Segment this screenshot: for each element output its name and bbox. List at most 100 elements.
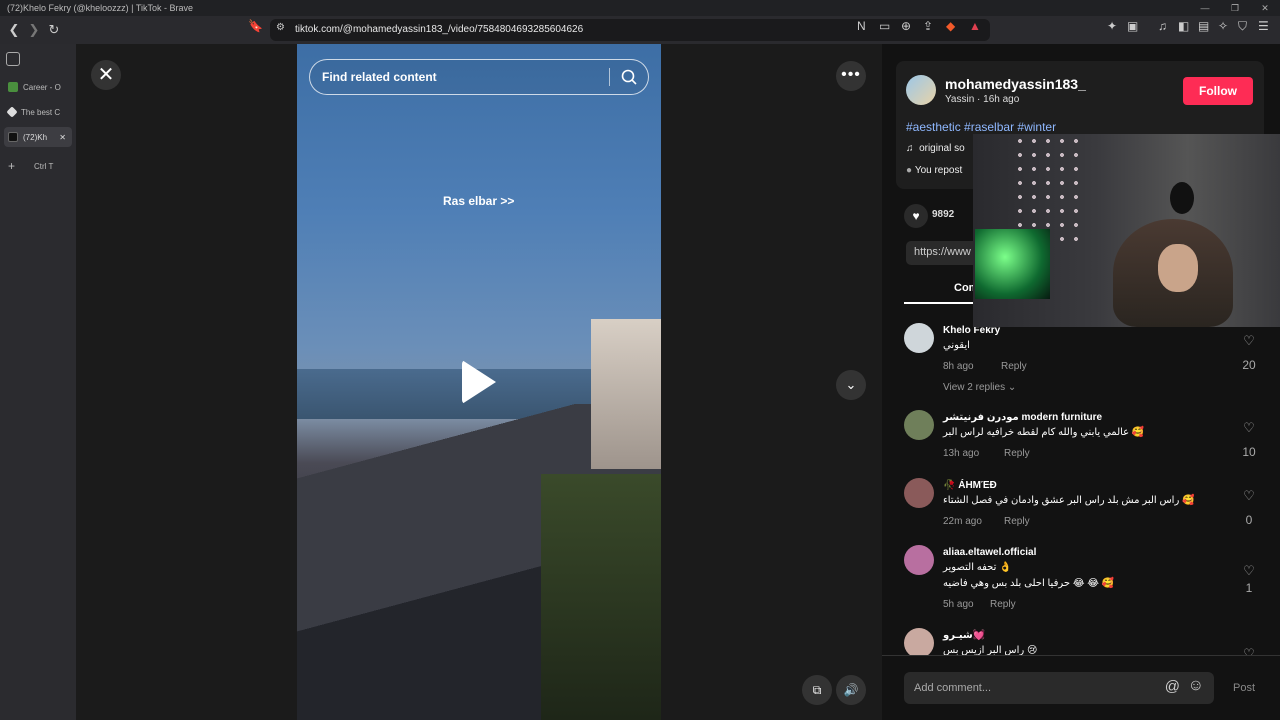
next-video-button[interactable]: ⌄ xyxy=(836,370,866,400)
sidebar-tab-tiktok[interactable]: (72)Kh ✕ xyxy=(4,127,72,147)
follow-button[interactable]: Follow xyxy=(1183,77,1253,105)
post-sound[interactable]: ♫ original so xyxy=(906,143,965,154)
restore-button[interactable]: ❐ xyxy=(1220,0,1250,16)
minimize-button[interactable]: — xyxy=(1190,0,1220,16)
comment-time: 13h ago xyxy=(943,448,980,459)
comment-placeholder: Add comment... xyxy=(914,682,992,694)
comment-like-count: 0 xyxy=(1245,513,1253,527)
comment-item: شيـرو💓 راس البر ازيس بس 😢 ♡ xyxy=(904,628,1264,655)
window-titlebar: (72)Khelo Fekry (@kheloozzz) | TikTok - … xyxy=(0,0,1280,16)
sidebar-panel-icon[interactable] xyxy=(6,52,20,66)
commenter-name[interactable]: aliaa.eltawel.official xyxy=(943,547,1036,558)
media-icon[interactable]: ♫ xyxy=(1158,19,1167,33)
share-icon[interactable]: ⇪ xyxy=(923,19,933,33)
flower-plant-image xyxy=(1013,134,1083,244)
leo-icon[interactable]: ✧ xyxy=(1218,19,1228,33)
repost-status: ● You repost xyxy=(906,165,962,176)
sidebar-tab-career[interactable]: Career - O xyxy=(4,77,72,97)
comment-heart-icon[interactable]: ♡ xyxy=(1234,420,1264,436)
reply-button[interactable]: Reply xyxy=(1004,516,1030,527)
view-replies-button[interactable]: View 2 replies ⌄ xyxy=(943,382,1016,393)
diamond-favicon-icon xyxy=(6,106,18,118)
like-count: 9892 xyxy=(932,209,955,220)
volume-button[interactable]: 🔊 xyxy=(836,675,866,705)
reply-button[interactable]: Reply xyxy=(990,599,1016,610)
commenter-name[interactable]: شيـرو💓 xyxy=(943,630,985,641)
webcam-overlay xyxy=(973,134,1280,327)
author-username[interactable]: mohamedyassin183_ xyxy=(945,76,1086,92)
close-window-button[interactable]: ✕ xyxy=(1250,0,1280,16)
video-player[interactable]: Find related content Ras elbar >> xyxy=(297,44,661,720)
wall-clock-image xyxy=(1170,182,1194,214)
comment-heart-icon[interactable]: ♡ xyxy=(1234,563,1264,579)
tab-search-icon[interactable]: ▣ xyxy=(1127,19,1138,33)
comment-input[interactable]: Add comment... @ ☺ xyxy=(904,672,1214,704)
post-comment-button[interactable]: Post xyxy=(1233,682,1255,694)
extensions-icon[interactable]: ✦ xyxy=(1107,19,1117,33)
close-video-button[interactable]: ✕ xyxy=(91,60,121,90)
sidebar-tab-label: Career - O xyxy=(23,82,61,92)
video-overlay-text: Ras elbar >> xyxy=(443,194,515,208)
vpn-icon[interactable]: ⛉ xyxy=(1238,19,1247,34)
cast-icon[interactable]: ▭ xyxy=(879,19,890,33)
reply-button[interactable]: Reply xyxy=(1001,361,1027,372)
brave-rewards-icon[interactable]: ▲ xyxy=(969,19,981,33)
vertical-tab-sidebar: Career - O The best C (72)Kh ✕ + Ctrl T xyxy=(0,44,76,720)
comment-text: راس البر ازيس بس 😢 xyxy=(943,645,1038,655)
window-title: (72)Khelo Fekry (@kheloozzz) | TikTok - … xyxy=(7,3,194,13)
commenter-name[interactable]: مودرن فرنيتشر modern furniture xyxy=(943,412,1102,423)
url-text[interactable]: tiktok.com/@mohamedyassin183_/video/7584… xyxy=(295,24,583,35)
commenter-avatar[interactable] xyxy=(904,410,934,440)
music-note-icon: ♫ xyxy=(906,143,920,154)
brave-shields-icon[interactable]: ◆ xyxy=(946,19,955,33)
forward-icon[interactable]: ❯ xyxy=(24,22,44,38)
reply-button[interactable]: Reply xyxy=(1004,448,1030,459)
sidebar-toggle-icon[interactable]: ◧ xyxy=(1178,19,1189,33)
window-controls: — ❐ ✕ xyxy=(1190,0,1280,16)
comment-heart-icon[interactable]: ♡ xyxy=(1234,488,1264,504)
comment-item: 🥀 ÁΗΜΈĐ راس البر مش بلد راس البر عشق واد… xyxy=(904,478,1264,538)
sidebar-tab-label: The best C xyxy=(21,107,61,117)
sidebar-tab-label: (72)Kh xyxy=(23,132,48,142)
commenter-avatar[interactable] xyxy=(904,478,934,508)
close-tab-icon[interactable]: ✕ xyxy=(59,133,66,142)
like-heart-icon[interactable]: ♥ xyxy=(904,204,928,228)
emoji-icon[interactable]: ☺ xyxy=(1188,677,1204,695)
author-avatar[interactable] xyxy=(906,75,936,105)
comment-item: مودرن فرنيتشر modern furniture عالمي ياب… xyxy=(904,410,1264,470)
back-icon[interactable]: ❮ xyxy=(4,22,24,38)
search-icon[interactable] xyxy=(620,68,638,86)
site-info-icon[interactable]: ⚙ xyxy=(276,22,285,33)
author-meta: Yassin · 16h ago xyxy=(945,94,1020,105)
post-hashtags[interactable]: #aesthetic #raselbar #winter xyxy=(906,120,1056,134)
commenter-avatar[interactable] xyxy=(904,545,934,575)
new-tab-button[interactable]: + Ctrl T xyxy=(4,156,72,176)
comment-text: عالمي يابني والله كام لقطه خرافيه لراس ا… xyxy=(943,427,1145,438)
comment-heart-icon[interactable]: ♡ xyxy=(1234,646,1264,655)
comment-text: راس البر مش بلد راس البر عشق وادمان في ف… xyxy=(943,495,1195,506)
more-options-button[interactable]: ••• xyxy=(836,61,866,91)
mention-icon[interactable]: @ xyxy=(1165,678,1180,695)
comment-time: 22m ago xyxy=(943,516,982,527)
comment-text: حرفيا احلى بلد بس وهي فاضيه 😂 😂 🥰 xyxy=(943,578,1115,589)
commenter-avatar[interactable] xyxy=(904,323,934,353)
commenter-name[interactable]: 🥀 ÁΗΜΈĐ xyxy=(943,480,997,491)
zoom-icon[interactable]: ⊕ xyxy=(901,19,911,33)
picture-in-picture-button[interactable]: ⧉ xyxy=(802,675,832,705)
menu-icon[interactable]: ☰ xyxy=(1258,19,1269,33)
rgb-pc-image xyxy=(975,229,1050,299)
sidebar-tab-best[interactable]: The best C xyxy=(4,102,72,122)
comment-text: تحفه التصوير 👌 xyxy=(943,562,1012,573)
commenter-avatar[interactable] xyxy=(904,628,934,655)
wallet-icon[interactable]: ▤ xyxy=(1198,19,1209,33)
play-icon[interactable] xyxy=(462,360,496,404)
related-search-box[interactable]: Find related content xyxy=(309,59,649,95)
bookmark-icon[interactable]: 🔖 xyxy=(248,19,263,33)
grass-scene xyxy=(541,474,661,720)
building-scene xyxy=(591,319,661,469)
comment-heart-icon[interactable]: ♡ xyxy=(1234,333,1264,349)
comment-like-count: 1 xyxy=(1245,581,1253,595)
reload-icon[interactable]: ↻ xyxy=(44,22,64,38)
streamer-face-image xyxy=(1158,244,1198,292)
translate-icon[interactable]: N xyxy=(857,19,866,33)
